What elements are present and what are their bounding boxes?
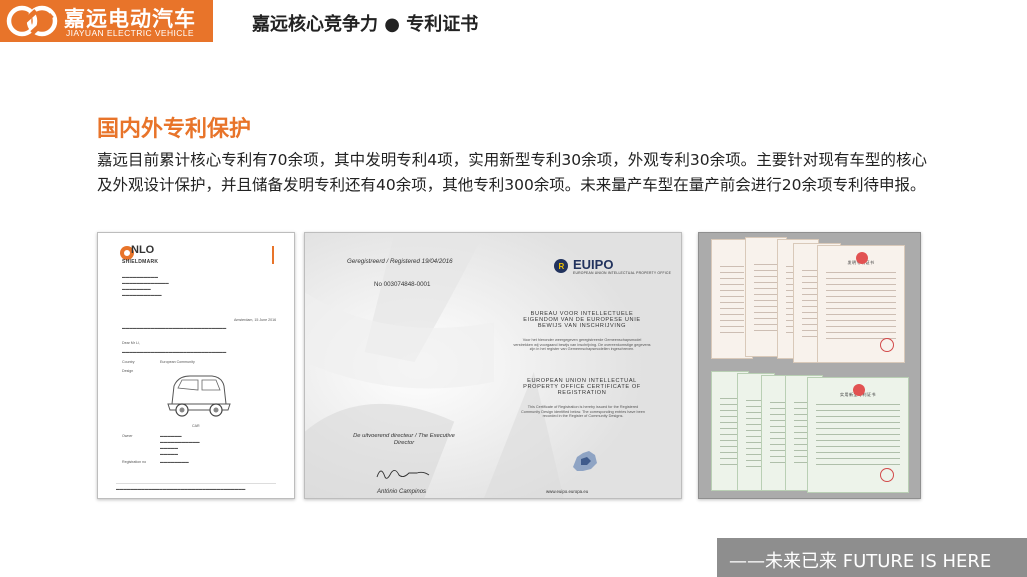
owner-label: Owner <box>122 434 133 438</box>
design-caption: CAR <box>192 424 200 428</box>
registration-date: Geregistreerd / Registered 19/04/2016 <box>347 258 453 265</box>
office-description: This Certificate of Registration is here… <box>520 405 646 419</box>
bureau-description: Voor het hieronder weergegeven geregistr… <box>513 338 651 352</box>
euipo-registration-certificate: R EUIPO EUROPEAN UNION INTELLECTUAL PROP… <box>304 232 682 499</box>
national-emblem-icon <box>853 384 865 396</box>
euipo-website: www.euipo.europa.eu <box>546 489 589 494</box>
address-block: ▬▬▬▬▬▬▬▬▬▬ <box>122 275 158 279</box>
signer-name: António Campinos <box>377 489 427 495</box>
official-seal-icon <box>880 338 894 352</box>
registration-number: No 003074848-0001 <box>374 281 431 288</box>
letter-date: Amsterdam, 15 June 2016 <box>234 318 277 322</box>
office-heading: EUROPEAN UNION INTELLECTUAL PROPERTY OFF… <box>523 378 641 396</box>
car-design-drawing <box>167 375 231 417</box>
country-label: Country <box>122 360 135 364</box>
euipo-logo-subtext: EUROPEAN UNION INTELLECTUAL PROPERTY OFF… <box>573 271 672 275</box>
registration-label: Registration no <box>122 460 147 464</box>
section-title: 国内外专利保护 <box>97 117 252 142</box>
letter-salutation: Dear Mr Li, <box>122 341 140 345</box>
utility-patent-certificate: 实用新型专利证书 <box>807 377 909 493</box>
brand-logo: 嘉远电动汽车 JIAYUAN ELECTRIC VEHICLE <box>0 0 213 42</box>
design-label: Design <box>122 369 134 373</box>
director-title: De uitvoerend directeur / The Executive … <box>353 433 455 446</box>
section-body: 嘉远目前累计核心专利有70余项，其中发明专利4项，实用新型专利30余项，外观专利… <box>97 151 927 194</box>
chinese-patent-certificates: 发明专利证书 实用新型专利证书 <box>698 232 921 499</box>
brand-name-en: JIAYUAN ELECTRIC VEHICLE <box>66 28 194 38</box>
official-seal-icon <box>880 468 894 482</box>
letter-footer-rule <box>116 483 276 484</box>
country-value: European Community <box>160 360 195 364</box>
director-signature <box>376 470 430 479</box>
invention-patent-certificate: 发明专利证书 <box>817 245 905 363</box>
jiayuan-logo-icon <box>6 5 58 37</box>
bureau-heading: BUREAU VOOR INTELLECTUELE EIGENDOM VAN D… <box>523 311 641 329</box>
footer-slogan-bar: ——未来已来 FUTURE IS HERE <box>717 538 1027 577</box>
nlo-shieldmark-letter: NLO SHIELDMARK ▬▬▬▬▬▬▬▬▬▬ ▬▬▬▬▬▬▬▬▬▬▬▬▬ … <box>97 232 295 499</box>
nlo-logo-text: NLO <box>131 244 155 256</box>
nlo-logo-subtext: SHIELDMARK <box>122 259 159 265</box>
footer-slogan: ——未来已来 FUTURE IS HERE <box>729 551 992 572</box>
national-emblem-icon <box>856 252 868 264</box>
svg-text:R: R <box>559 262 565 271</box>
eu-map-icon <box>573 451 597 471</box>
euipo-logo-text: EUIPO <box>573 257 614 272</box>
letterhead-accent <box>272 246 274 264</box>
page-title: 嘉远核心竞争力 ● 专利证书 <box>252 14 479 35</box>
